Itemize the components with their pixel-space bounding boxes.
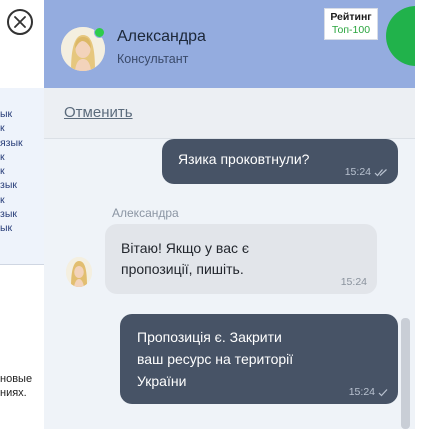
cancel-bar: Отменить (44, 88, 415, 139)
double-check-icon (374, 168, 387, 176)
message-line: пропозиції, пишіть. (121, 261, 244, 277)
background-link[interactable]: ык (0, 107, 23, 121)
message-line: Вітаю! Якщо у вас є (121, 240, 250, 256)
background-link[interactable]: зык (0, 178, 23, 192)
chat-window: Александра Консультант Рейтинг Топ-100 О… (44, 0, 415, 429)
rating-rank: Топ-100 (331, 24, 371, 36)
message-text: Язика проковтнули? (178, 151, 310, 167)
message-meta: 15:24 (341, 276, 367, 288)
chat-header: Александра Консультант Рейтинг Топ-100 (44, 0, 415, 88)
agent-name: Александра (117, 28, 206, 45)
message-text: Вітаю! Якщо у вас є пропозиції, пишіть. (121, 238, 249, 280)
rating-title: Рейтинг (330, 11, 372, 23)
rating-badge-decoration (386, 6, 415, 66)
online-status-indicator (94, 27, 105, 38)
check-icon (378, 388, 388, 396)
outgoing-message: Язика проковтнули? 15:24 (162, 139, 398, 184)
outgoing-message: Пропозиція є. Закрити ваш ресурс на тери… (120, 314, 398, 404)
background-link[interactable]: к (0, 164, 23, 178)
background-footer-line: новые (0, 373, 33, 385)
agent-role: Консультант (117, 52, 189, 66)
background-link[interactable]: зык (0, 207, 23, 221)
sender-name: Александра (112, 206, 179, 220)
background-link[interactable]: к (0, 150, 23, 164)
message-line: України (137, 373, 187, 389)
message-list-scrollbar[interactable] (401, 318, 410, 429)
background-footer-text: новые ниях. (0, 372, 32, 400)
message-meta: 15:24 (349, 386, 388, 398)
close-icon (14, 16, 26, 28)
sender-avatar (66, 257, 92, 287)
message-time: 15:24 (340, 276, 367, 288)
rating-badge: Рейтинг Топ-100 (324, 8, 378, 40)
background-link[interactable]: язык (0, 136, 23, 150)
incoming-message: Вітаю! Якщо у вас є пропозиції, пишіть. … (105, 224, 377, 294)
background-link[interactable]: к (0, 193, 23, 207)
cancel-link[interactable]: Отменить (64, 104, 133, 121)
message-text: Пропозиція є. Закрити ваш ресурс на тери… (137, 326, 293, 392)
background-link[interactable]: ык (0, 221, 23, 235)
message-time: 15:24 (344, 166, 371, 178)
message-meta: 15:24 (345, 166, 388, 178)
message-line: Пропозиція є. Закрити (137, 329, 282, 345)
message-time: 15:24 (348, 386, 375, 398)
background-link-list: ык к язык к к зык к зык ык (0, 107, 23, 236)
background-link[interactable]: к (0, 121, 23, 135)
background-footer-line: ниях. (0, 387, 27, 399)
close-button[interactable] (7, 9, 33, 35)
message-line: ваш ресурс на території (137, 351, 294, 367)
